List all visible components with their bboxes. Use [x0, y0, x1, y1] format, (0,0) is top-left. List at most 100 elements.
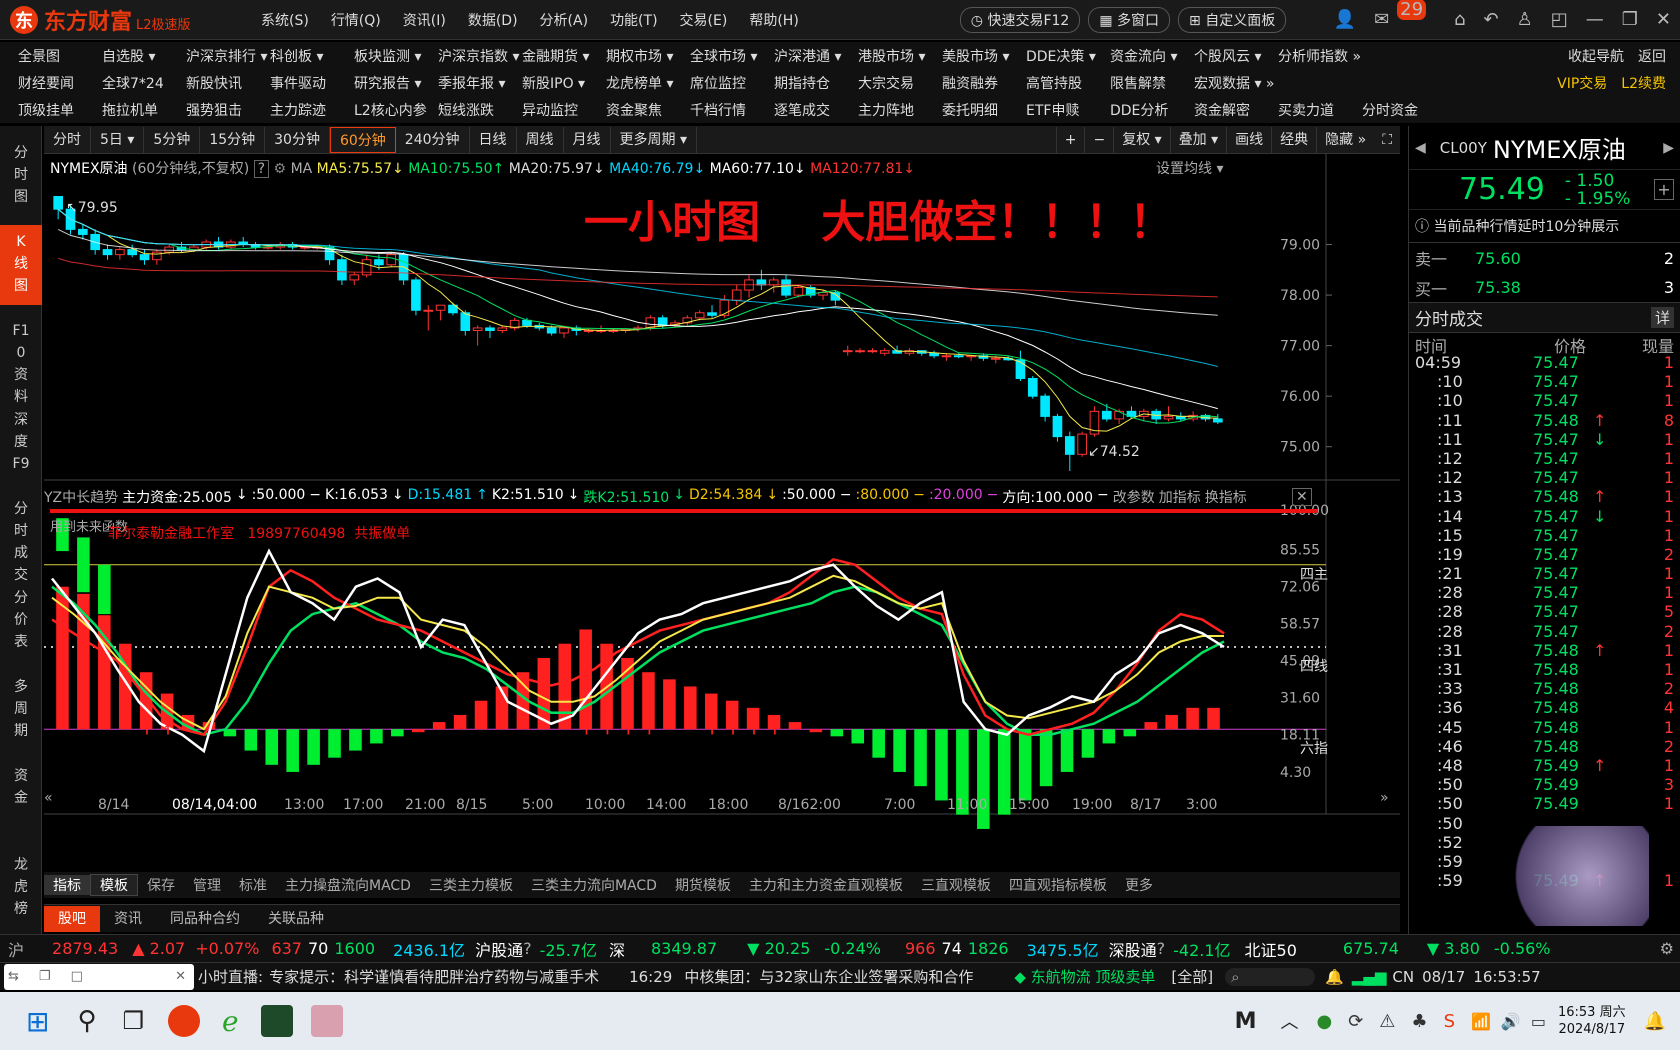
nav2-item-10[interactable]: 大宗交易	[840, 73, 924, 93]
task-view-icon[interactable]: ❐	[123, 1007, 145, 1035]
tray-chevron-icon[interactable]: ︿	[1280, 1008, 1298, 1034]
nav2-item-13[interactable]: 限售解禁	[1092, 73, 1176, 93]
close-indicator-icon[interactable]: ✕	[1292, 488, 1312, 506]
sgt-help-icon[interactable]: ?	[1157, 939, 1166, 958]
period-tab-2[interactable]: 5分钟	[144, 126, 201, 153]
guba-tab-3[interactable]: 关联品种	[254, 906, 338, 932]
nav1-item-0[interactable]: 全景图	[0, 46, 84, 66]
nav3-item-0[interactable]: 顶级挂单	[0, 100, 84, 120]
fullscreen-icon[interactable]: ⛶	[1374, 132, 1400, 148]
menu-item-2[interactable]: 资讯(I)	[403, 10, 446, 30]
battery-icon[interactable]: ▭	[1531, 1012, 1546, 1031]
period-tab-1[interactable]: 5日 ▾	[91, 126, 145, 153]
nav2-item-6[interactable]: 新股IPO ▾	[504, 73, 588, 93]
trades-list[interactable]: 04:59 75.47 1:10 75.47 1:10 75.47 1:11 75.48 ↑ 8:…	[1409, 353, 1680, 890]
edit-params-link[interactable]: 改参数	[1113, 487, 1155, 507]
float-icon[interactable]: ◰	[1551, 9, 1568, 30]
nav1-item-9[interactable]: 沪深港通 ▾	[756, 46, 841, 66]
news-item-2[interactable]: 中核集团：与32家山东企业签署采购和合作	[684, 966, 1004, 987]
template-tab-5[interactable]: 主力操盘流向MACD	[276, 875, 420, 895]
skin-icon[interactable]: ♙	[1517, 9, 1533, 30]
news-ticker-stock[interactable]: ◆ 东航物流 顶级卖单	[1014, 966, 1155, 987]
nav1-item-3[interactable]: 科创板 ▾	[252, 46, 336, 66]
nav3-item-12[interactable]: ETF申赎	[1008, 100, 1092, 120]
guba-tab-1[interactable]: 资讯	[100, 906, 156, 932]
template-tab-11[interactable]: 四直观指标模板	[1000, 875, 1116, 895]
news-all-link[interactable]: [全部]	[1171, 966, 1213, 987]
notification-icon[interactable]: 🔔	[1644, 1011, 1666, 1032]
kline-chart-area[interactable]: 79.0078.0077.0076.0075.00 ↑↑↑↑↑↑↑↑↑↑ 100…	[44, 154, 1400, 854]
help-icon[interactable]: ?	[253, 160, 270, 178]
mail-icon[interactable]: ✉	[1374, 9, 1389, 30]
chart-tool-0[interactable]: +	[1055, 126, 1085, 153]
nav3-item-6[interactable]: 异动监控	[504, 100, 588, 120]
indicator-name[interactable]: YZ中长趋势	[44, 487, 118, 507]
quick-trade-button[interactable]: ◷ 快速交易F12	[959, 6, 1081, 33]
nav2-item-0[interactable]: 财经要闻	[0, 73, 84, 93]
nav1-item-12[interactable]: DDE决策 ▾	[1008, 46, 1096, 66]
tray-icon-4[interactable]: ♣	[1411, 1011, 1427, 1032]
menu-item-3[interactable]: 数据(D)	[468, 10, 518, 30]
vtab-1[interactable]: K线图	[0, 225, 42, 305]
template-tab-10[interactable]: 三直观模板	[912, 875, 1000, 895]
trades-detail-button[interactable]: 详	[1650, 307, 1674, 328]
guba-tab-0[interactable]: 股吧	[44, 905, 100, 932]
taskbar-clock[interactable]: 16:53 周六 2024/8/17	[1558, 1004, 1626, 1038]
menu-item-6[interactable]: 交易(E)	[680, 10, 728, 30]
nav2-item-12[interactable]: 高管持股	[1008, 73, 1092, 93]
tray-icon-5[interactable]: S	[1444, 1011, 1455, 1032]
template-tab-6[interactable]: 三类主力模板	[420, 875, 522, 895]
nav1-item-8[interactable]: 全球市场 ▾	[672, 46, 757, 66]
template-tab-3[interactable]: 管理	[184, 875, 230, 895]
vtab-4[interactable]: 分时成交	[0, 492, 42, 583]
template-tab-12[interactable]: 更多	[1116, 875, 1162, 895]
chart-tool-5[interactable]: 经典	[1271, 126, 1316, 153]
next-instrument-icon[interactable]: ▶	[1663, 140, 1674, 156]
nav3-item-13[interactable]: DDE分析	[1092, 100, 1176, 120]
tray-icon-3[interactable]: ⚠	[1379, 1011, 1395, 1032]
nav1-item-2[interactable]: 沪深京排行 ▾	[168, 46, 267, 66]
gear-icon[interactable]: ⚙	[274, 161, 287, 177]
nav2-item-11[interactable]: 融资融券	[924, 73, 1008, 93]
vtab-5[interactable]: 分价表	[0, 581, 42, 661]
nav2-item-7[interactable]: 龙虎榜单 ▾	[588, 73, 673, 93]
menu-item-0[interactable]: 系统(S)	[261, 10, 309, 30]
nav2-item-2[interactable]: 新股快讯	[168, 73, 252, 93]
windows-start-icon[interactable]: ⊞	[26, 1005, 49, 1038]
nav1_right-item-0[interactable]: 收起导航	[1568, 46, 1624, 66]
eastmoney-app-icon[interactable]	[168, 1005, 201, 1037]
nav3-item-16[interactable]: 分时资金	[1344, 100, 1428, 120]
nav2-item-3[interactable]: 事件驱动	[252, 73, 336, 93]
nav2-item-1[interactable]: 全球7*24	[84, 73, 168, 93]
nav1-item-13[interactable]: 资金流向 ▾	[1092, 46, 1177, 66]
vtab-0[interactable]: 分时图	[0, 136, 42, 216]
chart-tool-1[interactable]: −	[1084, 126, 1113, 153]
nav2-item-5[interactable]: 季报年报 ▾	[420, 73, 505, 93]
nav1_right-item-1[interactable]: 返回	[1638, 46, 1666, 66]
template-tab-1[interactable]: 模板	[90, 874, 138, 896]
nav2-item-4[interactable]: 研究报告 ▾	[336, 73, 421, 93]
period-tab-7[interactable]: 日线	[470, 126, 517, 153]
menu-item-5[interactable]: 功能(T)	[610, 10, 657, 30]
news-item-1[interactable]: 专家提示：科学谨慎看待肥胖治疗药物与减重手术	[269, 966, 599, 987]
vtab-8[interactable]: 龙虎榜	[0, 848, 42, 928]
nav3-item-11[interactable]: 委托明细	[924, 100, 1008, 120]
chart-tool-3[interactable]: 叠加 ▾	[1169, 126, 1226, 153]
nav2-item-14[interactable]: 宏观数据 ▾ »	[1176, 73, 1275, 93]
period-tab-9[interactable]: 月线	[564, 126, 611, 153]
menu-item-7[interactable]: 帮助(H)	[749, 10, 798, 30]
nav3-item-2[interactable]: 强势狙击	[168, 100, 252, 120]
switch-indicator-link[interactable]: 换指标	[1205, 487, 1247, 507]
image-app-icon[interactable]	[310, 1005, 343, 1037]
search-icon[interactable]: ⌕	[1225, 967, 1316, 986]
nav3-item-10[interactable]: 主力阵地	[840, 100, 924, 120]
nav3-item-9[interactable]: 逐笔成交	[756, 100, 840, 120]
nav1-item-10[interactable]: 港股市场 ▾	[840, 46, 925, 66]
tray-icon-2[interactable]: ⟳	[1348, 1011, 1363, 1032]
user-icon[interactable]: 👤	[1334, 9, 1356, 30]
nav3-item-3[interactable]: 主力踪迹	[252, 100, 336, 120]
vtab-7[interactable]: 资金	[0, 759, 42, 839]
nav1-item-7[interactable]: 期权市场 ▾	[588, 46, 673, 66]
period-tab-3[interactable]: 15分钟	[200, 126, 266, 153]
period-tab-4[interactable]: 30分钟	[265, 126, 330, 153]
